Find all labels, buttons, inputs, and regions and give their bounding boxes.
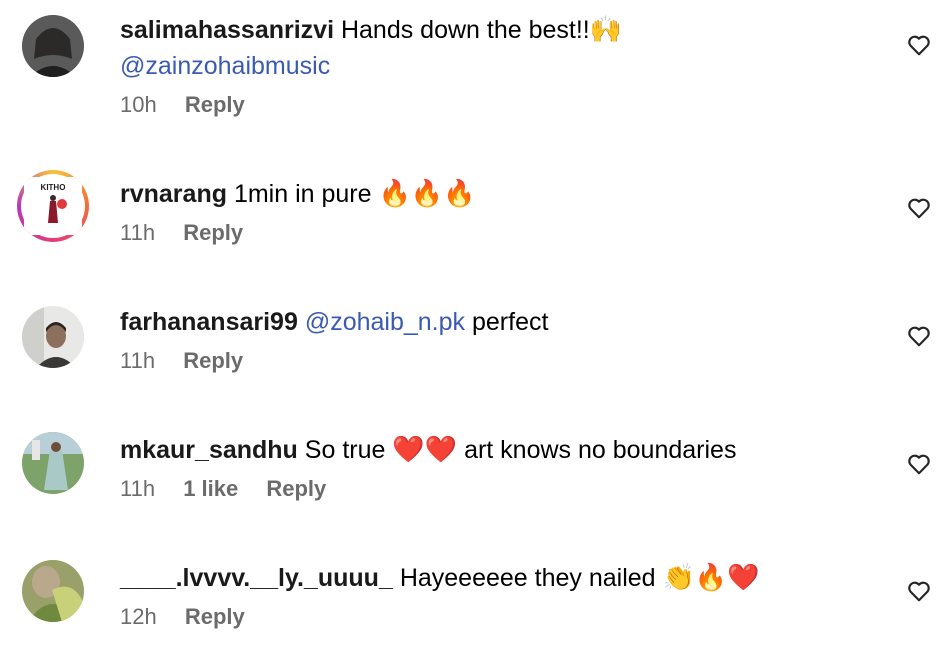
comment-username[interactable]: ____.lvvvv.__ly._uuuu_ xyxy=(120,564,393,592)
avatar[interactable] xyxy=(22,432,84,494)
comment-mention[interactable]: @zohaib_n.pk xyxy=(305,308,465,336)
comment-text: Hands down the best!! xyxy=(340,16,590,44)
comment-timestamp: 10h xyxy=(120,92,157,117)
avatar[interactable] xyxy=(22,306,84,368)
comment-username[interactable]: rvnarang xyxy=(120,180,227,208)
comment-text-continued: art knows no boundaries xyxy=(464,436,737,464)
like-count-button[interactable]: 1 like xyxy=(183,476,238,501)
comment-mention[interactable]: @zainzohaibmusic xyxy=(120,52,330,80)
comment-text: perfect xyxy=(472,308,549,336)
reply-button[interactable]: Reply xyxy=(185,92,245,117)
heart-outline-icon[interactable] xyxy=(906,32,932,58)
heart-outline-icon[interactable] xyxy=(906,578,932,604)
reply-button[interactable]: Reply xyxy=(266,476,326,501)
red-heart-emoji: ❤️❤️ xyxy=(392,435,458,465)
avatar[interactable]: KITHO xyxy=(17,170,89,242)
reply-button[interactable]: Reply xyxy=(183,348,243,373)
clap-fire-heart-emoji: 👏🔥❤️ xyxy=(662,563,760,593)
comment-text: 1min in pure xyxy=(233,180,372,208)
comment-username[interactable]: mkaur_sandhu xyxy=(120,436,298,464)
avatar[interactable] xyxy=(22,560,84,622)
comment-timestamp: 11h xyxy=(120,220,156,245)
comment-timestamp: 12h xyxy=(120,604,157,629)
comment-text: So true xyxy=(304,436,386,464)
heart-outline-icon[interactable] xyxy=(906,451,932,477)
avatar[interactable] xyxy=(22,15,84,77)
comment-text: Hayeeeeee they nailed xyxy=(399,564,656,592)
reply-button[interactable]: Reply xyxy=(183,220,243,245)
reply-button[interactable]: Reply xyxy=(185,604,245,629)
comment-timestamp: 11h xyxy=(120,348,156,373)
heart-outline-icon[interactable] xyxy=(906,323,932,349)
fire-emoji: 🔥🔥🔥 xyxy=(378,179,476,209)
comment-username[interactable]: farhanansari99 xyxy=(120,308,298,336)
heart-outline-icon[interactable] xyxy=(906,195,932,221)
raised-hands-emoji: 🙌 xyxy=(589,15,623,45)
avatar-logo-text: KITHO xyxy=(41,183,66,192)
comment-timestamp: 11h xyxy=(120,476,156,501)
comment-username[interactable]: salimahassanrizvi xyxy=(120,16,334,44)
